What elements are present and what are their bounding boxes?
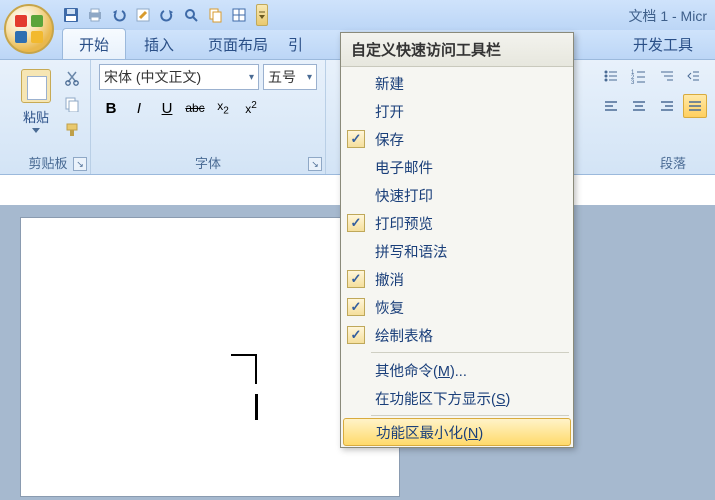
menu-item[interactable]: 电子邮件 bbox=[341, 153, 573, 181]
font-name-value: 宋体 (中文正文) bbox=[104, 67, 201, 87]
menu-item[interactable]: 快速打印 bbox=[341, 181, 573, 209]
menu-item-label: 打开 bbox=[371, 101, 404, 122]
bold-button[interactable]: B bbox=[99, 96, 123, 120]
font-name-combo[interactable]: 宋体 (中文正文) ▾ bbox=[99, 64, 259, 90]
qat-customize-menu: 自定义快速访问工具栏 新建打开✓保存电子邮件快速打印✓打印预览拼写和语法✓撤消✓… bbox=[340, 32, 574, 448]
paste-label: 粘贴 bbox=[23, 107, 49, 126]
format-painter-icon[interactable] bbox=[62, 120, 82, 140]
tab-start[interactable]: 开始 bbox=[62, 28, 126, 59]
undo-icon[interactable] bbox=[108, 4, 130, 26]
table-icon[interactable] bbox=[228, 4, 250, 26]
menu-item-label: 撤消 bbox=[371, 269, 404, 290]
edit-icon[interactable] bbox=[132, 4, 154, 26]
superscript-button[interactable]: x2 bbox=[239, 96, 263, 120]
menu-item-label: 打印预览 bbox=[371, 213, 433, 234]
menu-item[interactable]: ✓ 恢复 bbox=[341, 293, 573, 321]
bullets-icon[interactable] bbox=[599, 64, 623, 88]
menu-item-label: 在功能区下方显示(S) bbox=[371, 388, 510, 409]
menu-item[interactable]: 功能区最小化(N) bbox=[343, 418, 571, 446]
copy-icon[interactable] bbox=[204, 4, 226, 26]
menu-item-label: 电子邮件 bbox=[371, 157, 433, 178]
redo-icon[interactable] bbox=[156, 4, 178, 26]
font-size-value: 五号 bbox=[268, 67, 296, 87]
menu-item[interactable]: ✓ 绘制表格 bbox=[341, 321, 573, 349]
check-icon: ✓ bbox=[347, 326, 365, 344]
qat-dropdown-icon[interactable] bbox=[256, 4, 268, 26]
font-launcher-icon[interactable]: ↘ bbox=[308, 157, 322, 171]
text-caret bbox=[255, 394, 258, 420]
check-icon: ✓ bbox=[347, 270, 365, 288]
menu-check-col: ✓ bbox=[341, 214, 371, 232]
align-left-icon[interactable] bbox=[599, 94, 623, 118]
italic-button[interactable]: I bbox=[127, 96, 151, 120]
check-icon: ✓ bbox=[347, 130, 365, 148]
check-icon: ✓ bbox=[347, 298, 365, 316]
menu-item[interactable]: 其他命令(M)... bbox=[341, 356, 573, 384]
group-clipboard-label: 剪贴板 bbox=[14, 153, 82, 174]
menu-item[interactable]: 新建 bbox=[341, 69, 573, 97]
strike-button[interactable]: abc bbox=[183, 96, 207, 120]
group-clipboard: 粘贴 剪贴板 ↘ bbox=[6, 60, 91, 174]
menu-header: 自定义快速访问工具栏 bbox=[341, 33, 573, 67]
menu-item-label: 拼写和语法 bbox=[371, 241, 448, 262]
clipboard-launcher-icon[interactable]: ↘ bbox=[73, 157, 87, 171]
menu-item-label: 保存 bbox=[371, 129, 404, 150]
menu-item[interactable]: 在功能区下方显示(S) bbox=[341, 384, 573, 412]
menu-item[interactable]: ✓ 撤消 bbox=[341, 265, 573, 293]
paste-button[interactable]: 粘贴 bbox=[14, 64, 58, 138]
cut-icon[interactable] bbox=[62, 68, 82, 88]
find-icon[interactable] bbox=[180, 4, 202, 26]
menu-separator bbox=[371, 415, 569, 416]
menu-item-label: 功能区最小化(N) bbox=[372, 422, 483, 443]
save-icon[interactable] bbox=[60, 4, 82, 26]
svg-text:3: 3 bbox=[631, 80, 635, 84]
office-logo-icon bbox=[15, 15, 43, 43]
group-font: 宋体 (中文正文) ▾ 五号 ▾ B I U abc x2 x2 字体 ↘ bbox=[91, 60, 326, 174]
multilevel-icon[interactable] bbox=[655, 64, 679, 88]
menu-item[interactable]: 拼写和语法 bbox=[341, 237, 573, 265]
chevron-down-icon: ▾ bbox=[245, 72, 254, 83]
menu-item-label: 绘制表格 bbox=[371, 325, 433, 346]
tab-developer[interactable]: 开发工具 bbox=[617, 29, 709, 59]
print-icon[interactable] bbox=[84, 4, 106, 26]
tab-insert[interactable]: 插入 bbox=[128, 29, 190, 59]
quick-access-toolbar bbox=[60, 4, 268, 26]
menu-check-col: ✓ bbox=[341, 326, 371, 344]
menu-item-label: 快速打印 bbox=[371, 185, 433, 206]
underline-button[interactable]: U bbox=[155, 96, 179, 120]
menu-separator bbox=[371, 352, 569, 353]
align-center-icon[interactable] bbox=[627, 94, 651, 118]
align-right-icon[interactable] bbox=[655, 94, 679, 118]
title-bar: 文档 1 - Micr bbox=[0, 0, 715, 30]
menu-check-col: ✓ bbox=[341, 298, 371, 316]
group-paragraph: 123 段落 bbox=[591, 60, 715, 174]
tab-page-layout[interactable]: 页面布局 bbox=[192, 29, 284, 59]
outdent-icon[interactable] bbox=[683, 66, 703, 86]
copy-icon[interactable] bbox=[62, 94, 82, 114]
menu-item[interactable]: ✓ 打印预览 bbox=[341, 209, 573, 237]
office-button[interactable] bbox=[4, 4, 54, 54]
menu-item[interactable]: 打开 bbox=[341, 97, 573, 125]
menu-item[interactable]: ✓ 保存 bbox=[341, 125, 573, 153]
menu-item-label: 其他命令(M)... bbox=[371, 360, 467, 381]
group-font-label: 字体 bbox=[99, 153, 317, 174]
subscript-button[interactable]: x2 bbox=[211, 96, 235, 120]
tab-truncated[interactable]: 引 bbox=[286, 29, 300, 59]
menu-check-col: ✓ bbox=[341, 130, 371, 148]
menu-check-col: ✓ bbox=[341, 270, 371, 288]
menu-item-label: 恢复 bbox=[371, 297, 404, 318]
numbering-icon[interactable]: 123 bbox=[627, 64, 651, 88]
chevron-down-icon: ▾ bbox=[303, 72, 312, 83]
justify-icon[interactable] bbox=[683, 94, 707, 118]
paste-icon bbox=[21, 69, 51, 103]
check-icon: ✓ bbox=[347, 214, 365, 232]
menu-item-label: 新建 bbox=[371, 73, 404, 94]
font-size-combo[interactable]: 五号 ▾ bbox=[263, 64, 317, 90]
document-title: 文档 1 - Micr bbox=[628, 6, 707, 26]
group-paragraph-label: 段落 bbox=[599, 153, 707, 174]
